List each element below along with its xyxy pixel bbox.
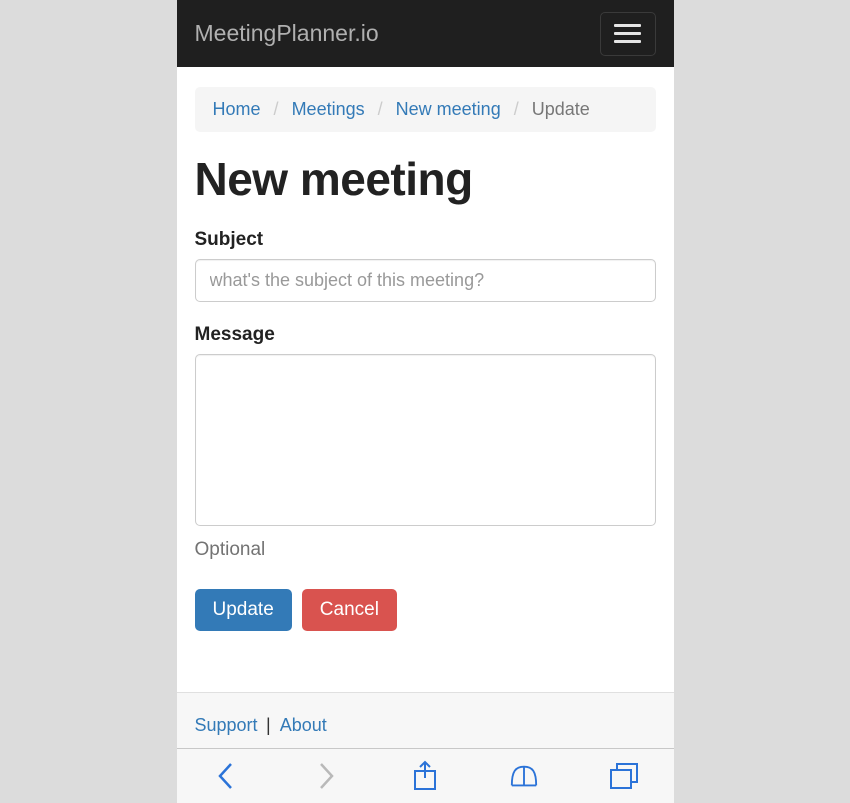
tabs-icon[interactable] (609, 761, 639, 791)
message-label: Message (195, 324, 656, 346)
breadcrumb: Home / Meetings / New meeting / Update (195, 87, 656, 132)
bookmarks-icon[interactable] (509, 761, 539, 791)
breadcrumb-sep: / (266, 99, 287, 119)
breadcrumb-link-new-meeting[interactable]: New meeting (396, 99, 501, 119)
subject-label: Subject (195, 229, 656, 251)
breadcrumb-link-home[interactable]: Home (213, 99, 261, 119)
update-button[interactable]: Update (195, 589, 292, 631)
browser-toolbar (177, 748, 674, 803)
message-help: Optional (195, 539, 656, 561)
cancel-button[interactable]: Cancel (302, 589, 397, 631)
hamburger-toggle[interactable] (600, 12, 656, 56)
breadcrumb-current: Update (532, 99, 590, 119)
subject-input[interactable] (195, 259, 656, 302)
form-group-message: Message Optional (195, 324, 656, 561)
hamburger-bar-icon (614, 24, 641, 27)
back-icon[interactable] (211, 761, 241, 791)
content: Home / Meetings / New meeting / Update N… (177, 67, 674, 692)
share-icon[interactable] (410, 761, 440, 791)
breadcrumb-sep: / (506, 99, 527, 119)
page-title: New meeting (195, 154, 656, 205)
breadcrumb-sep: / (370, 99, 391, 119)
form-group-subject: Subject (195, 229, 656, 302)
brand[interactable]: MeetingPlanner.io (195, 20, 379, 47)
footer-link-support[interactable]: Support (195, 715, 258, 735)
hamburger-bar-icon (614, 40, 641, 43)
message-textarea[interactable] (195, 354, 656, 526)
breadcrumb-link-meetings[interactable]: Meetings (292, 99, 365, 119)
button-row: Update Cancel (195, 589, 656, 631)
footer-link-about[interactable]: About (280, 715, 327, 735)
navbar: MeetingPlanner.io (177, 0, 674, 67)
footer-sep: | (262, 715, 280, 735)
footer: Support | About (177, 692, 674, 748)
hamburger-bar-icon (614, 32, 641, 35)
app-viewport: MeetingPlanner.io Home / Meetings / New … (177, 0, 674, 803)
forward-icon[interactable] (311, 761, 341, 791)
